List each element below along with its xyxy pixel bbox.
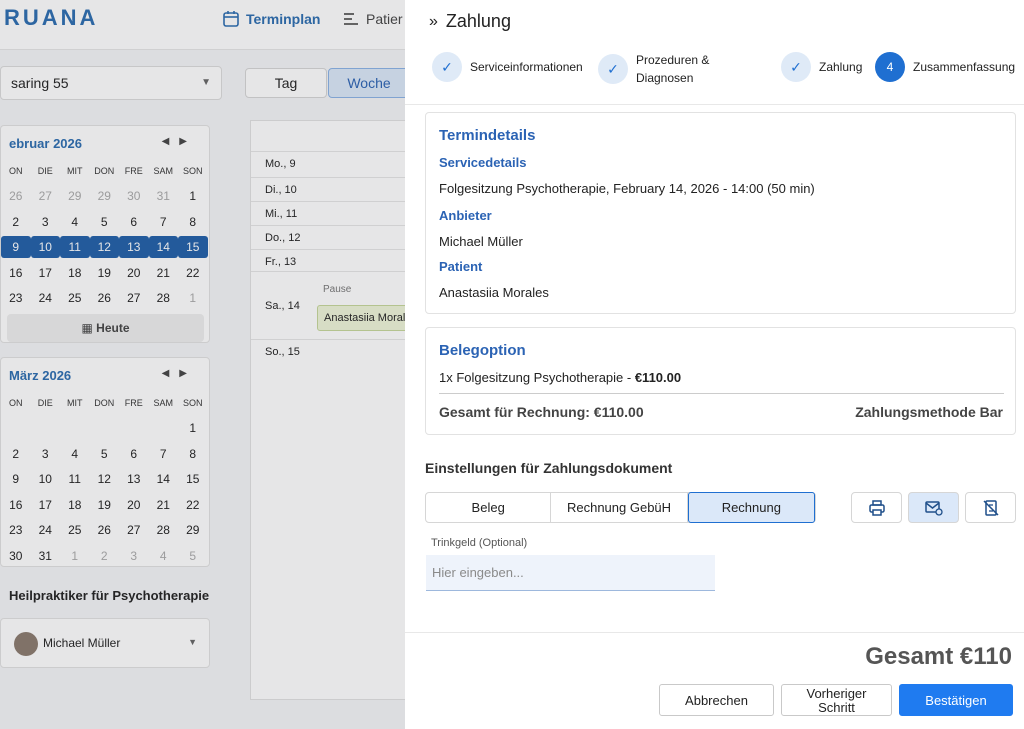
patient-name: Anastasiia Morales (439, 285, 549, 300)
anbieter-heading: Anbieter (439, 208, 492, 223)
email-button[interactable] (908, 492, 959, 523)
step-serviceinformationen[interactable]: ✓ Serviceinformationen (432, 52, 583, 82)
settings-heading: Einstellungen für Zahlungsdokument (425, 460, 673, 476)
doc-option-rechnung-gebueh[interactable]: Rechnung GebüH (551, 493, 688, 522)
previous-step-button[interactable]: Vorheriger Schritt (781, 684, 892, 716)
step-label: Zahlung (819, 60, 863, 74)
previous-step-line1: Vorheriger (806, 685, 867, 701)
document-off-icon (982, 499, 999, 516)
print-button[interactable] (851, 492, 902, 523)
printer-icon (868, 499, 885, 516)
step-label: Zusammenfassung (913, 60, 1016, 74)
mail-icon (924, 500, 943, 516)
anbieter-name: Michael Müller (439, 234, 523, 249)
previous-step-line2: Schritt (818, 699, 855, 715)
servicedetails-heading: Servicedetails (439, 155, 527, 170)
doc-option-beleg[interactable]: Beleg (426, 493, 552, 522)
tip-label: Trinkgeld (Optional) (431, 537, 528, 549)
modal-overlay[interactable] (0, 0, 405, 729)
divider (405, 632, 1024, 633)
step-prozeduren[interactable]: ✓ Prozeduren & Diagnosen (598, 51, 709, 87)
step-zahlung[interactable]: ✓ Zahlung (781, 52, 862, 82)
payment-method: Zahlungsmethode Bar (855, 404, 1003, 420)
check-icon: ✓ (598, 54, 628, 84)
step-zusammenfassung[interactable]: 4 Zusammenfassung (875, 52, 1015, 82)
invoice-total: Gesamt für Rechnung: €110.00 (439, 404, 644, 420)
belegoption-heading: Belegoption (439, 342, 526, 359)
double-chevron-icon[interactable]: » (429, 13, 438, 31)
line-item: 1x Folgesitzung Psychotherapie - €110.00 (439, 370, 681, 385)
check-icon: ✓ (781, 52, 811, 82)
doc-option-rechnung[interactable]: Rechnung (687, 492, 815, 523)
termindetails-heading: Termindetails (439, 127, 536, 144)
payment-panel: » Zahlung ✓ Serviceinformationen ✓ Proze… (405, 0, 1024, 729)
service-details: Folgesitzung Psychotherapie, February 14… (439, 181, 815, 196)
line-item-text: 1x Folgesitzung Psychotherapie - (439, 370, 635, 385)
termindetails-card: Termindetails Servicedetails Folgesitzun… (425, 112, 1016, 314)
no-document-button[interactable] (965, 492, 1016, 523)
check-icon: ✓ (432, 52, 462, 82)
step-label: Serviceinformationen (470, 60, 583, 74)
confirm-button[interactable]: Bestätigen (899, 684, 1013, 716)
divider (405, 104, 1024, 105)
divider (439, 393, 1004, 394)
step-label-line1: Prozeduren & (636, 53, 710, 67)
grand-total: Gesamt €110 (865, 643, 1012, 670)
panel-title: » Zahlung (429, 11, 511, 32)
panel-title-text: Zahlung (445, 11, 511, 31)
step-number: 4 (875, 52, 905, 82)
patient-heading: Patient (439, 259, 483, 274)
step-label-line2: Diagnosen (636, 71, 694, 85)
cancel-button[interactable]: Abbrechen (659, 684, 774, 716)
step-label: Prozeduren & Diagnosen (636, 51, 709, 87)
line-item-price: €110.00 (634, 370, 682, 385)
tip-input[interactable] (426, 555, 715, 591)
belegoption-card: Belegoption 1x Folgesitzung Psychotherap… (425, 327, 1016, 435)
document-type-selector: Beleg Rechnung GebüH Rechnung (425, 492, 816, 523)
